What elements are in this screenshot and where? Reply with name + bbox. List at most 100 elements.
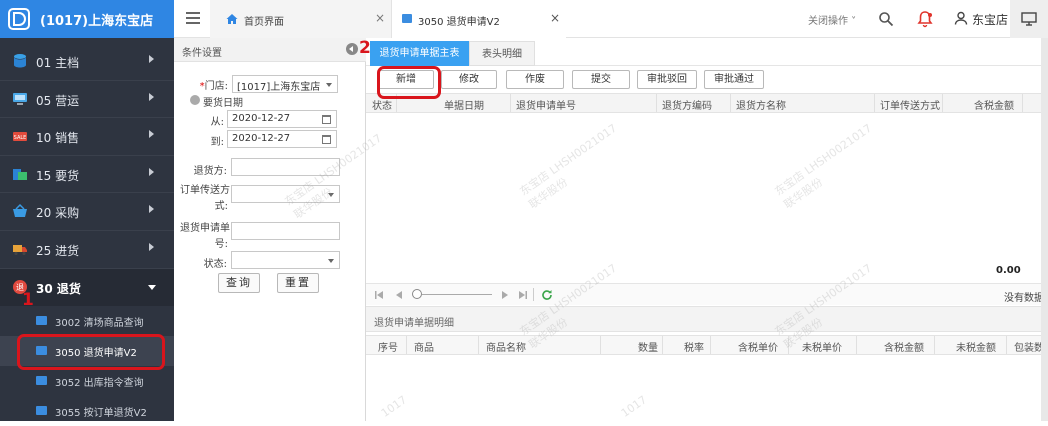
to-date-input[interactable]: 2020-12-27	[227, 130, 337, 148]
menu-item-operation[interactable]: 05 营运	[0, 81, 174, 118]
date-group-label: 要货日期	[203, 98, 243, 109]
store-label: *门店:	[199, 81, 228, 92]
column-header[interactable]: 数量	[638, 339, 658, 354]
supplier-input[interactable]	[231, 158, 340, 176]
menu-item-sales[interactable]: SALE 10 销售	[0, 118, 174, 155]
chevron-right-icon	[149, 243, 154, 251]
from-label: 从:	[210, 117, 224, 128]
void-button[interactable]: 作废	[506, 70, 564, 89]
monitor-icon	[1021, 12, 1037, 26]
screen-button[interactable]	[1010, 0, 1048, 38]
submit-button[interactable]: 提交	[572, 70, 630, 89]
column-header[interactable]: 未税金额	[956, 339, 996, 354]
tab-return-apply[interactable]: 3050 退货申请V2 ×	[392, 0, 566, 38]
hamburger-menu-icon[interactable]	[186, 12, 200, 24]
last-page-icon[interactable]	[518, 290, 528, 300]
apply-no-label: 退货申请单	[180, 223, 230, 234]
chevron-right-icon	[149, 93, 154, 101]
conditions-panel: 条件设置 *门店: [1017]上海东宝店 要货日期 从: 2020-12-27…	[174, 38, 366, 421]
tab-label: 首页界面	[244, 17, 284, 28]
column-header[interactable]: 订单传送方式	[880, 97, 940, 112]
column-header[interactable]: 税率	[684, 339, 704, 354]
no-data-text: 没有数据	[1004, 293, 1044, 304]
close-tab-icon[interactable]: ×	[550, 11, 560, 25]
store-select[interactable]: [1017]上海东宝店	[232, 75, 338, 93]
transfer-method-select[interactable]	[231, 185, 340, 203]
query-button[interactable]: 查询	[218, 273, 260, 293]
column-header[interactable]: 含税金额	[974, 97, 1014, 112]
tab-label: 3050 退货申请V2	[418, 17, 500, 28]
brand-header: (1017)上海东宝店	[0, 0, 174, 38]
tab-master-table[interactable]: 退货申请单据主表	[370, 41, 469, 66]
column-header[interactable]: 退货申请单号	[516, 97, 576, 112]
status-select[interactable]	[231, 251, 340, 269]
main-content: 退货申请单据主表 表头明细 新增 修改 作废 提交 审批驳回 审批通过 状态 单…	[366, 38, 1048, 421]
menu-item-request[interactable]: 15 要货	[0, 156, 174, 193]
user-name[interactable]: 东宝店	[972, 11, 1008, 28]
store-title: (1017)上海东宝店	[40, 14, 154, 29]
highlight-box-add	[377, 66, 441, 99]
column-header[interactable]: 单据日期	[444, 97, 484, 112]
menu-item-inbound[interactable]: 25 进货	[0, 231, 174, 268]
submenu-item-clearance[interactable]: 3002 清场商品查询	[0, 306, 174, 336]
method-label-line2: 式:	[214, 201, 228, 212]
logo-icon	[8, 8, 30, 30]
page-slider-handle[interactable]	[412, 289, 422, 299]
menu-label: 25 进货	[36, 244, 80, 258]
from-date-input[interactable]: 2020-12-27	[227, 110, 337, 128]
column-header[interactable]: 状态	[372, 97, 392, 112]
pager: 没有数据	[366, 283, 1048, 305]
submenu-item-outbound[interactable]: 3052 出库指令查询	[0, 366, 174, 396]
column-header[interactable]: 含税单价	[738, 339, 778, 354]
basket-icon	[13, 203, 27, 217]
reject-button[interactable]: 审批驳回	[637, 70, 697, 89]
close-operations-dropdown[interactable]: 关闭操作 ˅	[808, 12, 856, 27]
vertical-scrollbar[interactable]	[1041, 38, 1048, 421]
page-icon	[36, 376, 47, 385]
collapse-circle-icon[interactable]	[190, 95, 200, 105]
column-header[interactable]: 序号	[378, 339, 398, 354]
column-header[interactable]: 退货方编码	[662, 97, 712, 112]
column-header[interactable]: 商品名称	[486, 339, 526, 354]
tab-header-detail[interactable]: 表头明细	[469, 41, 535, 66]
menu-item-purchase[interactable]: 20 采购	[0, 193, 174, 230]
close-tab-icon[interactable]: ×	[375, 11, 385, 25]
edit-button[interactable]: 修改	[441, 70, 497, 89]
approve-button[interactable]: 审批通过	[704, 70, 764, 89]
menu-label: 30 退货	[36, 282, 81, 296]
menu-item-master[interactable]: 01 主档	[0, 43, 174, 80]
refresh-icon[interactable]	[541, 289, 553, 301]
prev-page-icon[interactable]	[394, 290, 404, 300]
menu-label: 05 营运	[36, 94, 80, 108]
tab-home[interactable]: 首页界面 ×	[210, 0, 392, 38]
to-label: 到:	[210, 137, 224, 148]
chevron-right-icon	[149, 130, 154, 138]
column-header[interactable]: 退货方名称	[736, 97, 786, 112]
next-page-icon[interactable]	[500, 290, 510, 300]
page-slider-track[interactable]	[422, 294, 492, 295]
submenu-item-order-return[interactable]: 3055 按订单退货V2	[0, 396, 174, 426]
chevron-right-icon	[149, 55, 154, 63]
column-header[interactable]: 未税单价	[802, 339, 842, 354]
calendar-icon[interactable]	[322, 135, 331, 144]
first-page-icon[interactable]	[374, 290, 384, 300]
column-header[interactable]: 包装数	[1014, 339, 1044, 354]
collapse-left-icon[interactable]	[346, 43, 358, 55]
conditions-title: 条件设置	[182, 48, 222, 59]
column-header[interactable]: 含税金额	[884, 339, 924, 354]
calendar-icon[interactable]	[322, 115, 331, 124]
total-amount: 0.00	[996, 265, 1021, 276]
submenu-label: 3052 出库指令查询	[55, 378, 144, 389]
page-icon	[402, 14, 412, 23]
step-number-2: 2	[359, 38, 371, 58]
user-icon	[954, 11, 968, 25]
apply-no-label-line2: 号:	[214, 239, 228, 250]
reset-button[interactable]: 重置	[277, 273, 319, 293]
detail-grid-header: 序号 商品 商品名称 数量 税率 含税单价 未税单价 含税金额 未税金额 包装数	[366, 335, 1048, 355]
column-header[interactable]: 商品	[414, 339, 434, 354]
svg-text:SALE: SALE	[14, 135, 27, 141]
bell-icon[interactable]	[916, 10, 934, 28]
apply-no-input[interactable]	[231, 222, 340, 240]
search-icon[interactable]	[878, 11, 894, 27]
highlight-box-submenu	[17, 334, 165, 370]
